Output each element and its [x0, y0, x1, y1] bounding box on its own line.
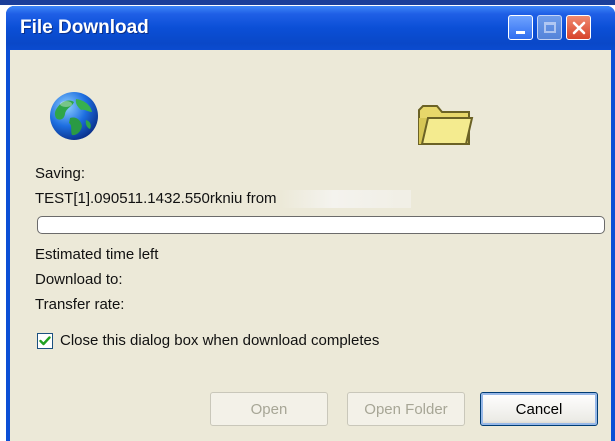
window-title: File Download	[20, 17, 149, 38]
open-folder-button: Open Folder	[347, 392, 465, 426]
redacted-source	[280, 190, 411, 209]
left-edge-artifact	[0, 318, 4, 352]
globe-icon	[50, 92, 98, 140]
filename-text: TEST[1].090511.1432.550rkniu from	[35, 190, 277, 207]
maximize-button	[537, 15, 562, 40]
estimated-time-label: Estimated time left	[35, 246, 159, 263]
close-button[interactable]	[566, 15, 591, 40]
saving-label: Saving:	[35, 165, 86, 182]
checkmark-icon	[39, 336, 51, 346]
cancel-button[interactable]: Cancel	[480, 392, 598, 426]
open-button: Open	[210, 392, 328, 426]
folder-icon	[418, 105, 474, 145]
minimize-icon	[516, 31, 525, 34]
close-icon	[572, 21, 585, 34]
download-to-label: Download to:	[35, 271, 123, 288]
download-progress-bar	[37, 216, 605, 234]
title-bar[interactable]: File Download	[6, 6, 615, 50]
minimize-button[interactable]	[508, 15, 533, 40]
close-when-complete-label[interactable]: Close this dialog box when download comp…	[60, 332, 379, 349]
dialog-body: Saving: TEST[1].090511.1432.550rkniu fro…	[10, 50, 611, 441]
file-info: TEST[1].090511.1432.550rkniu from	[35, 190, 411, 209]
close-when-complete-checkbox[interactable]	[37, 333, 53, 349]
maximize-icon	[543, 22, 556, 33]
file-download-dialog: File Download Saving: TEST[1].090511.143…	[6, 6, 615, 441]
top-strip	[0, 0, 615, 5]
transfer-rate-label: Transfer rate:	[35, 296, 125, 313]
